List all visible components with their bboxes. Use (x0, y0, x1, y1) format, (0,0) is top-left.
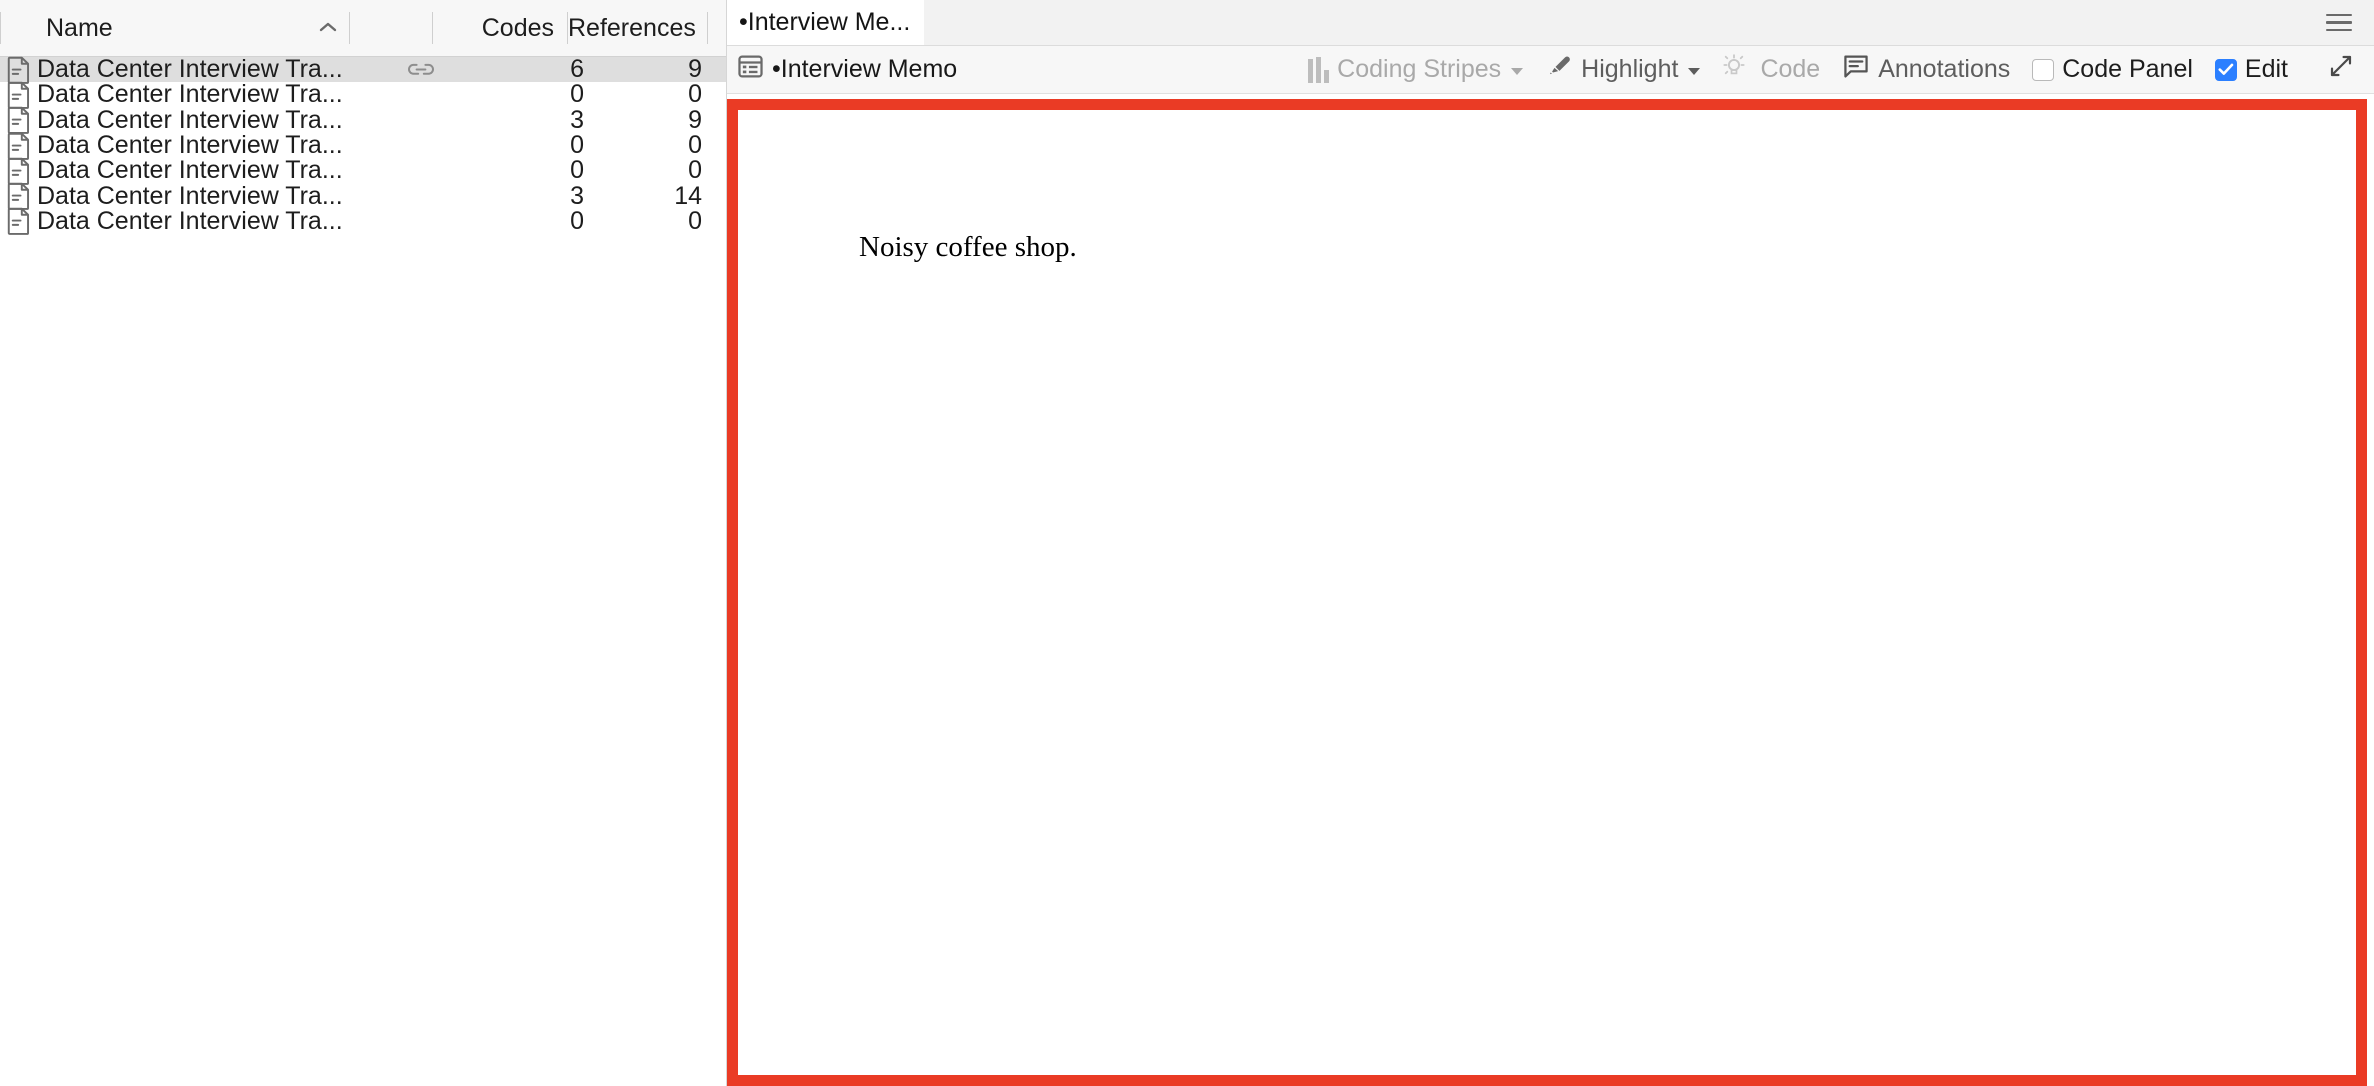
document-icon (0, 207, 33, 236)
table-row[interactable]: Data Center Interview Tra... 0 0 (0, 156, 726, 185)
edit-label: Edit (2244, 55, 2288, 83)
highlight-button[interactable]: Highlight (1545, 52, 1701, 87)
column-header-name[interactable]: Name (1, 0, 349, 56)
table-row[interactable]: Data Center Interview Tra... 0 0 (0, 80, 726, 109)
column-header-codes[interactable]: Codes (433, 0, 567, 56)
table-row[interactable]: Data Center Interview Tra... 3 14 (0, 182, 726, 211)
row-name: Data Center Interview Tra... (37, 206, 343, 235)
tab-strip: •Interview Me... (727, 0, 2374, 46)
column-header-name-label: Name (46, 13, 113, 42)
file-list-body: Data Center Interview Tra... 6 9 Data Cente… (0, 55, 726, 236)
code-panel-checkbox-row[interactable]: Code Panel (2032, 55, 2193, 84)
file-list-panel: Name Codes References Data Center Interv… (0, 0, 727, 1086)
document-title: •Interview Memo (737, 53, 957, 87)
code-button[interactable]: Code (1722, 52, 1820, 87)
hamburger-menu-icon[interactable] (2304, 0, 2374, 45)
highlight-chevron-down-icon[interactable] (1688, 68, 1701, 75)
document-icon (0, 182, 33, 211)
document-toolbar: •Interview Memo Coding Stripes Highlight (727, 46, 2374, 94)
lightbulb-code-icon (1722, 52, 1752, 87)
row-references: 0 (688, 206, 702, 235)
document-icon (0, 56, 33, 84)
edit-checkbox[interactable] (2214, 58, 2237, 81)
hamburger-bar-3 (2326, 28, 2352, 32)
tab-interview-memo-label: •Interview Me... (739, 8, 911, 36)
sort-ascending-chevron-up-icon[interactable] (317, 18, 339, 38)
expand-button[interactable] (2326, 52, 2356, 87)
code-panel-checkbox[interactable] (2032, 58, 2055, 81)
column-header-codes-label: Codes (481, 13, 554, 42)
column-header-references-label: References (568, 13, 696, 42)
hamburger-bar-2 (2326, 21, 2352, 24)
expand-diagonal-icon[interactable] (2326, 52, 2356, 87)
column-header-references[interactable]: References (568, 0, 707, 56)
column-header-filler (708, 0, 726, 56)
hamburger-bar-1 (2326, 13, 2352, 17)
coding-stripes-button[interactable]: Coding Stripes (1308, 55, 1524, 84)
coding-stripes-icon (1308, 56, 1330, 83)
annotations-label: Annotations (1878, 55, 2011, 83)
edit-checkbox-row[interactable]: Edit (2214, 55, 2288, 84)
table-view-icon (737, 53, 764, 87)
code-label: Code (1760, 55, 1821, 83)
document-detail-panel: •Interview Me... •Interview Memo Coding … (727, 0, 2374, 1086)
table-row[interactable]: Data Center Interview Tra... 0 0 (0, 206, 726, 236)
highlight-label: Highlight (1581, 55, 1679, 83)
document-editor-area[interactable]: Noisy coffee shop. (727, 94, 2374, 1086)
table-row[interactable]: Data Center Interview Tra... 3 9 (0, 106, 726, 135)
document-icon (0, 132, 33, 160)
tab-strip-spacer (924, 0, 2304, 45)
annotations-button[interactable]: Annotations (1842, 53, 2010, 87)
coding-stripes-label: Coding Stripes (1337, 55, 1502, 83)
link-icon[interactable] (381, 61, 463, 78)
code-panel-label: Code Panel (2062, 55, 2193, 83)
document-title-label: •Interview Memo (772, 55, 958, 83)
document-icon (0, 157, 33, 185)
row-codes: 0 (570, 206, 584, 235)
column-header-link[interactable] (350, 0, 432, 56)
document-icon (0, 81, 33, 109)
document-icon (0, 106, 33, 135)
tab-interview-memo[interactable]: •Interview Me... (727, 0, 925, 45)
application-root: Name Codes References Data Center Interv… (0, 0, 2374, 1086)
table-row[interactable]: Data Center Interview Tra... 0 0 (0, 131, 726, 160)
highlighter-pen-icon (1545, 52, 1573, 87)
list-column-header: Name Codes References (0, 0, 726, 57)
annotation-bubble-icon (1842, 53, 1870, 87)
table-row[interactable]: Data Center Interview Tra... 6 9 (0, 55, 726, 84)
coding-stripes-chevron-down-icon[interactable] (1511, 68, 1524, 75)
document-body-text[interactable]: Noisy coffee shop. (859, 231, 1077, 264)
